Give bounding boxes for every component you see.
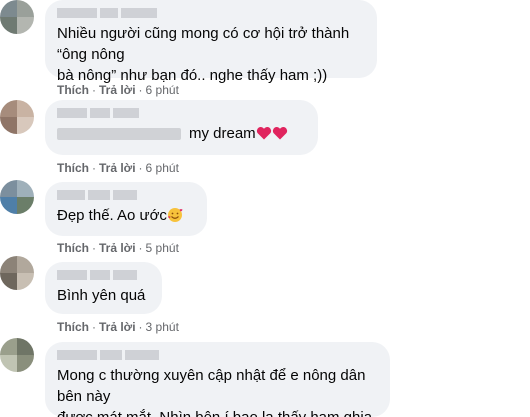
like-link[interactable]: Thích	[57, 241, 89, 255]
blurred-text	[57, 128, 181, 141]
avatar[interactable]	[0, 180, 34, 214]
reply-link[interactable]: Trả lời	[99, 83, 136, 97]
red-heart-icon	[272, 127, 287, 140]
comment-bubble: Mong c thường xuyên cập nhật để e nông d…	[45, 342, 390, 417]
timestamp[interactable]: 6 phút	[146, 83, 179, 97]
red-heart-icon	[256, 127, 271, 140]
like-link[interactable]: Thích	[57, 83, 89, 97]
like-link[interactable]: Thích	[57, 320, 89, 334]
separator: ·	[138, 320, 143, 334]
reply-link[interactable]: Trả lời	[99, 241, 136, 255]
separator: ·	[92, 241, 96, 255]
avatar[interactable]	[0, 0, 34, 34]
comment-actions: Thích · Trả lời · 6 phút	[57, 161, 179, 175]
blurred-author-name[interactable]	[57, 350, 378, 360]
comment-actions: Thích · Trả lời · 3 phút	[57, 320, 179, 334]
comment-text-row: Đẹp thế. Ao ước	[57, 205, 195, 226]
separator: ·	[92, 161, 96, 175]
timestamp[interactable]: 5 phút	[146, 241, 179, 255]
comment-text: Đẹp thế. Ao ước	[57, 207, 167, 224]
comment-bubble: Nhiều người cũng mong có cơ hội trở thàn…	[45, 0, 377, 84]
blurred-author-name[interactable]	[57, 8, 365, 18]
separator: ·	[92, 83, 96, 97]
avatar[interactable]	[0, 100, 34, 134]
reply-link[interactable]: Trả lời	[99, 320, 136, 334]
timestamp[interactable]: 3 phút	[146, 320, 179, 334]
separator: ·	[138, 83, 143, 97]
separator: ·	[138, 161, 143, 175]
comment-text: my dream	[189, 125, 256, 142]
blurred-author-name[interactable]	[57, 108, 306, 118]
blurred-author-name[interactable]	[57, 270, 150, 280]
smiling-face-with-hearts-icon	[167, 208, 183, 222]
blurred-author-name[interactable]	[57, 190, 195, 200]
comment-bubble: my dream	[45, 100, 318, 155]
avatar[interactable]	[0, 338, 34, 372]
comment-text: Mong c thường xuyên cập nhật để e nông d…	[57, 367, 372, 417]
comment-bubble: Đẹp thế. Ao ước	[45, 182, 207, 236]
avatar[interactable]	[0, 256, 34, 290]
comment-actions: Thích · Trả lời · 6 phút	[57, 83, 179, 97]
comment-text: Bình yên quá	[57, 287, 146, 304]
reply-link[interactable]: Trả lời	[99, 161, 136, 175]
comment-feed: Nhiều người cũng mong có cơ hội trở thàn…	[0, 0, 530, 417]
separator: ·	[92, 320, 96, 334]
comment-text-row: my dream	[57, 123, 306, 144]
separator: ·	[138, 241, 143, 255]
comment-actions: Thích · Trả lời · 5 phút	[57, 241, 179, 255]
comment-text: Nhiều người cũng mong có cơ hội trở thàn…	[57, 25, 350, 84]
like-link[interactable]: Thích	[57, 161, 89, 175]
timestamp[interactable]: 6 phút	[146, 161, 179, 175]
comment-bubble: Bình yên quá	[45, 262, 162, 314]
